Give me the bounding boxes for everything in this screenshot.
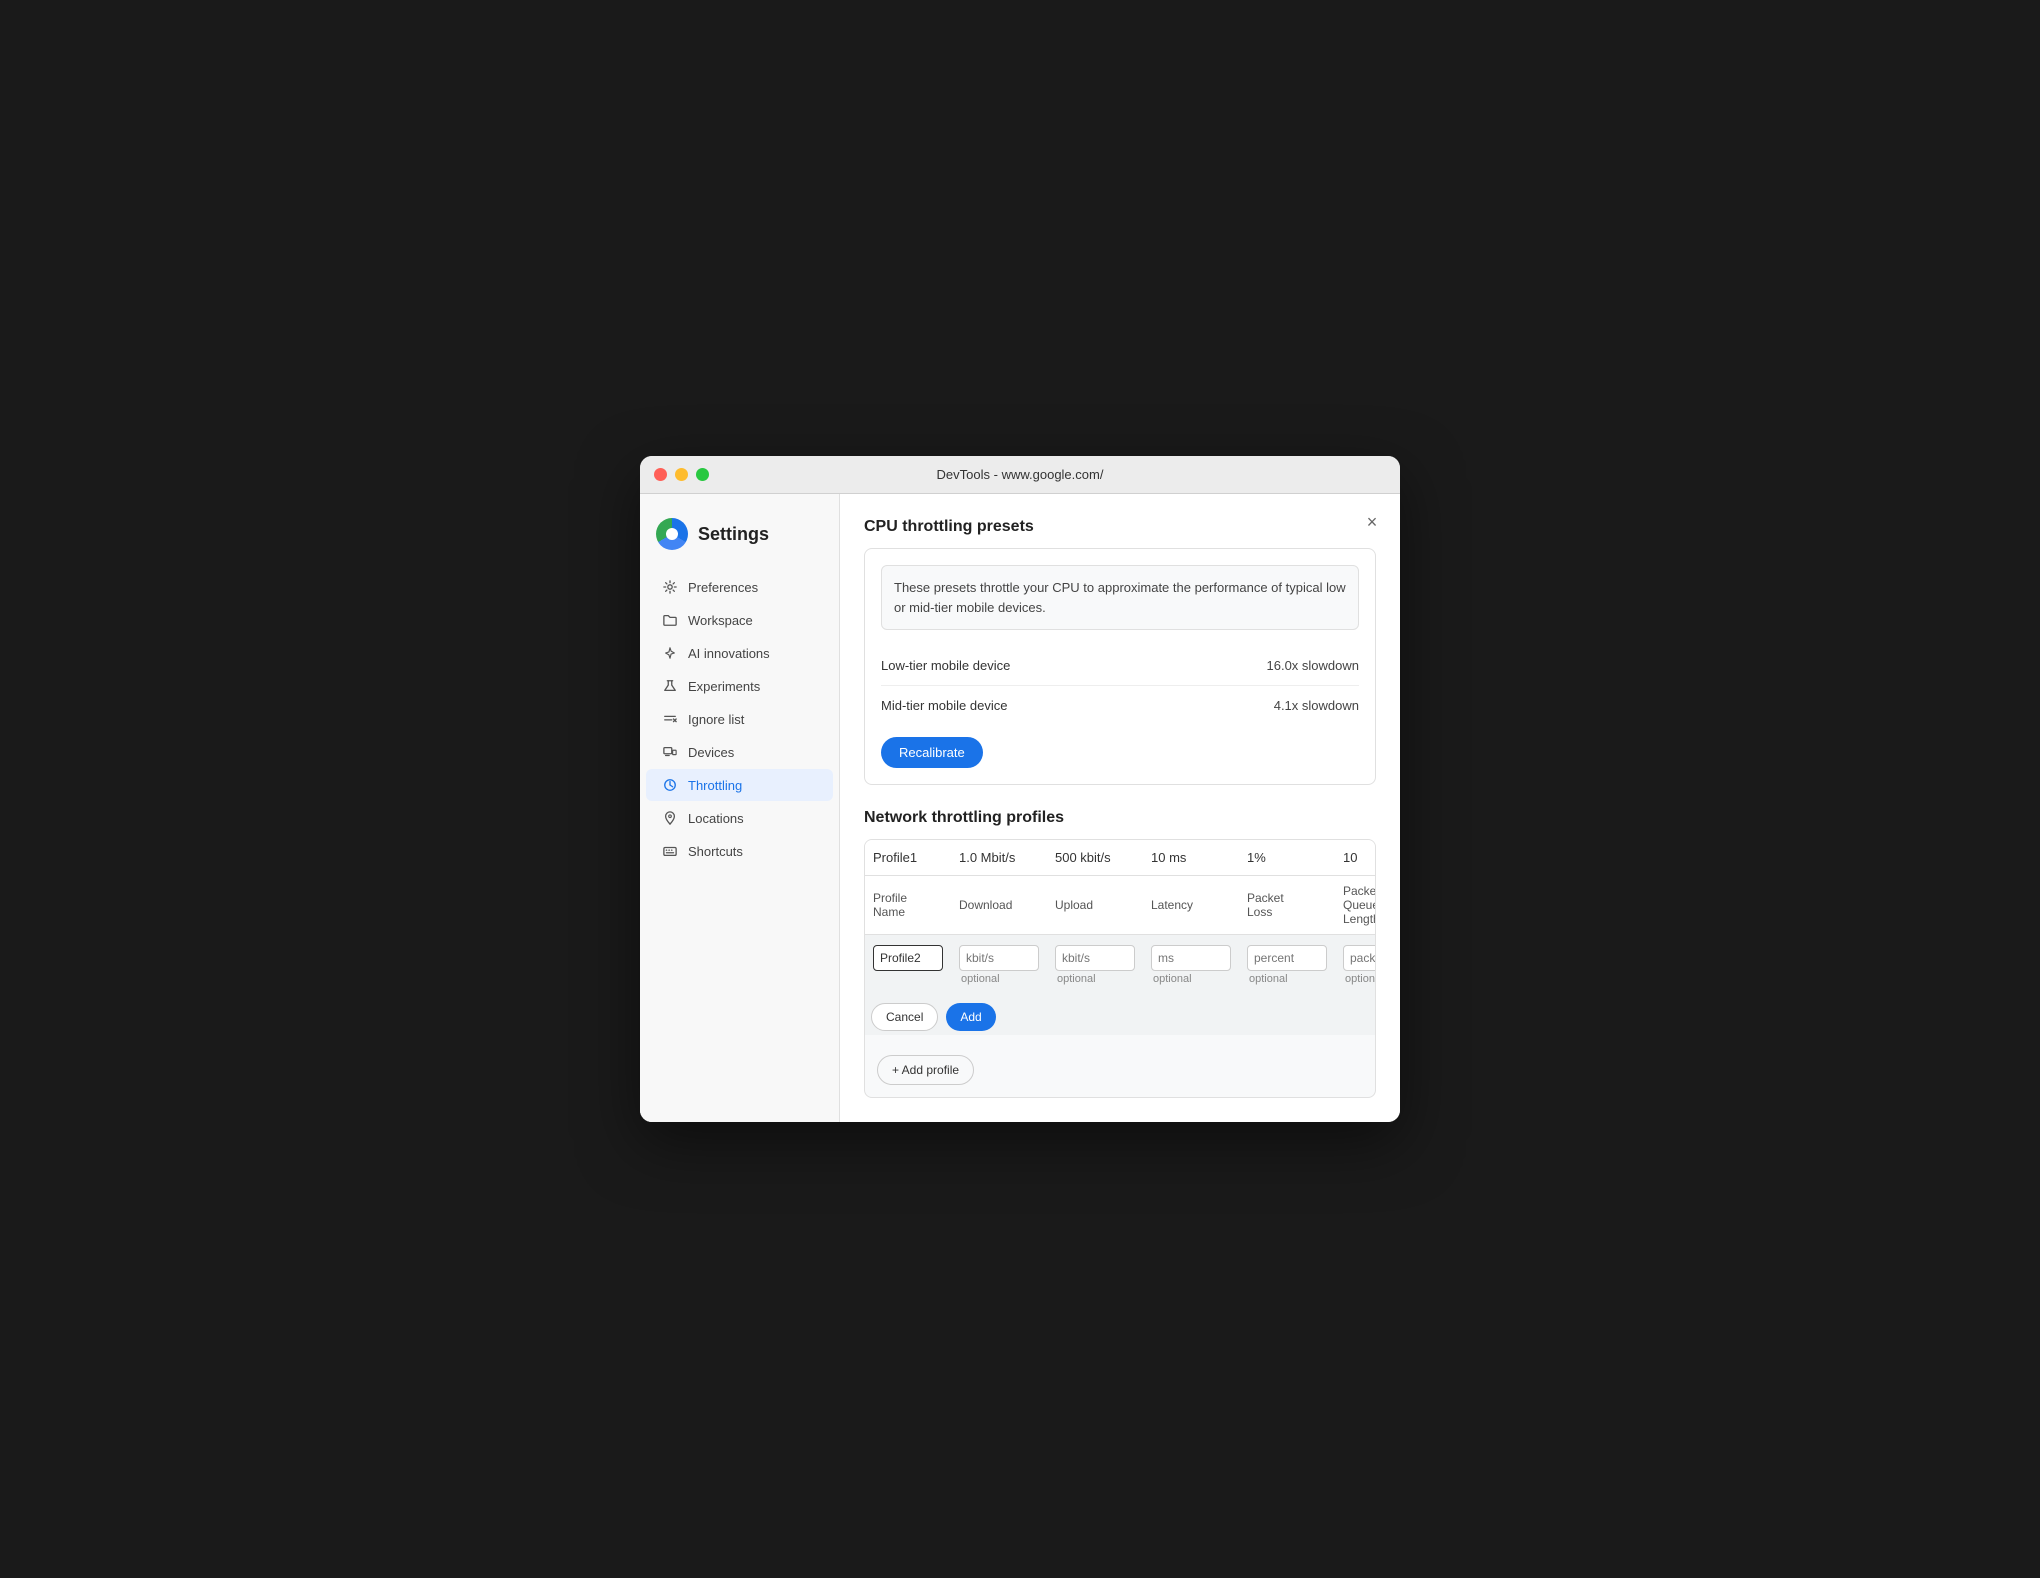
sidebar-item-workspace-label: Workspace (688, 613, 753, 628)
upload-optional-label: optional (1055, 973, 1135, 985)
table-header-row: Profile1 1.0 Mbit/s 500 kbit/s 10 ms (865, 840, 1376, 876)
new-profile-upload-cell: optional (1047, 935, 1143, 996)
keyboard-icon (662, 843, 678, 859)
close-traffic-light[interactable] (654, 468, 667, 481)
sidebar-item-locations[interactable]: Locations (646, 802, 833, 834)
cpu-description: These presets throttle your CPU to appro… (881, 565, 1359, 630)
pin-icon (662, 810, 678, 826)
network-section-title: Network throttling profiles (864, 809, 1376, 827)
close-button[interactable]: × (1360, 510, 1384, 534)
col-upload: Upload (1047, 876, 1143, 935)
traffic-lights (654, 468, 709, 481)
packet-queue-input[interactable] (1343, 945, 1376, 971)
sidebar-item-experiments[interactable]: Experiments (646, 670, 833, 702)
action-buttons-cell: Cancel Add (865, 995, 1376, 1035)
main-content: × CPU throttling presets These presets t… (840, 494, 1400, 1122)
sidebar-item-workspace[interactable]: Workspace (646, 604, 833, 636)
flask-icon (662, 678, 678, 694)
table-column-headers: Profile Name Download Upload Latency Pac… (865, 876, 1376, 935)
queue-optional-label: optional (1343, 973, 1376, 985)
sidebar-item-throttling[interactable]: Throttling (646, 769, 833, 801)
cpu-card: These presets throttle your CPU to appro… (864, 548, 1376, 785)
cpu-section: CPU throttling presets These presets thr… (864, 518, 1376, 785)
table-header-profile1-download: 1.0 Mbit/s (951, 840, 1047, 876)
packet-loss-input[interactable] (1247, 945, 1327, 971)
col-download: Download (951, 876, 1047, 935)
sidebar-item-ai[interactable]: AI innovations (646, 637, 833, 669)
window-title: DevTools - www.google.com/ (937, 467, 1104, 482)
new-profile-download-cell: optional (951, 935, 1047, 996)
preset-low-value: 16.0x slowdown (1267, 658, 1360, 673)
loss-optional-label: optional (1247, 973, 1327, 985)
new-profile-row: optional optional optional (865, 935, 1376, 996)
gear-icon (662, 579, 678, 595)
col-latency: Latency (1143, 876, 1239, 935)
window-body: Settings Preferences (640, 494, 1400, 1122)
throttle-icon (662, 777, 678, 793)
new-profile-loss-cell: optional (1239, 935, 1335, 996)
profile-table: Profile1 1.0 Mbit/s 500 kbit/s 10 ms (865, 840, 1376, 1035)
minimize-traffic-light[interactable] (675, 468, 688, 481)
preset-mid-tier: Mid-tier mobile device 4.1x slowdown (881, 686, 1359, 725)
profile-name-input[interactable] (873, 945, 943, 971)
sidebar-item-preferences[interactable]: Preferences (646, 571, 833, 603)
table-header-profile1-latency: 10 ms (1143, 840, 1239, 876)
maximize-traffic-light[interactable] (696, 468, 709, 481)
add-profile-button[interactable]: + Add profile (877, 1055, 974, 1085)
sidebar-item-devices[interactable]: Devices (646, 736, 833, 768)
col-packet-queue: Packet Queue Length (1335, 876, 1376, 935)
network-card: Profile1 1.0 Mbit/s 500 kbit/s 10 ms (864, 839, 1376, 1098)
titlebar: DevTools - www.google.com/ (640, 456, 1400, 494)
table-header-profile1-upload: 500 kbit/s (1047, 840, 1143, 876)
settings-logo (656, 518, 688, 550)
preset-mid-value: 4.1x slowdown (1274, 698, 1359, 713)
latency-optional-label: optional (1151, 973, 1231, 985)
sidebar-header: Settings (640, 510, 839, 570)
latency-input[interactable] (1151, 945, 1231, 971)
preset-mid-label: Mid-tier mobile device (881, 698, 1007, 713)
settings-logo-inner (666, 528, 678, 540)
sidebar-item-ignore-list[interactable]: Ignore list (646, 703, 833, 735)
sidebar: Settings Preferences (640, 494, 840, 1122)
recalibrate-button[interactable]: Recalibrate (881, 737, 983, 768)
download-input[interactable] (959, 945, 1039, 971)
table-header-profile1-name: Profile1 (865, 840, 951, 876)
sidebar-item-shortcuts[interactable]: Shortcuts (646, 835, 833, 867)
cancel-button[interactable]: Cancel (871, 1003, 938, 1031)
col-profile-name: Profile Name (865, 876, 951, 935)
sidebar-item-ignore-list-label: Ignore list (688, 712, 744, 727)
new-profile-queue-cell: optional (1335, 935, 1376, 996)
new-profile-name-cell (865, 935, 951, 996)
add-button[interactable]: Add (946, 1003, 995, 1031)
cpu-section-title: CPU throttling presets (864, 518, 1376, 536)
sidebar-item-throttling-label: Throttling (688, 778, 742, 793)
sidebar-item-experiments-label: Experiments (688, 679, 760, 694)
network-section: Network throttling profiles Profile1 1.0… (864, 809, 1376, 1098)
col-packet-loss: Packet Loss (1239, 876, 1335, 935)
action-buttons-row: Cancel Add (865, 995, 1376, 1035)
preset-low-tier: Low-tier mobile device 16.0x slowdown (881, 646, 1359, 686)
table-header-profile1-queue: 10 (1335, 840, 1376, 876)
sidebar-item-ai-label: AI innovations (688, 646, 770, 661)
sidebar-item-devices-label: Devices (688, 745, 734, 760)
devices-icon (662, 744, 678, 760)
table-header-profile1-loss: 1% (1239, 840, 1335, 876)
app-window: DevTools - www.google.com/ Settings Pref (640, 456, 1400, 1122)
sparkle-icon (662, 645, 678, 661)
upload-input[interactable] (1055, 945, 1135, 971)
folder-icon (662, 612, 678, 628)
sidebar-item-locations-label: Locations (688, 811, 744, 826)
preset-low-label: Low-tier mobile device (881, 658, 1010, 673)
sidebar-item-shortcuts-label: Shortcuts (688, 844, 743, 859)
list-x-icon (662, 711, 678, 727)
new-profile-latency-cell: optional (1143, 935, 1239, 996)
sidebar-title: Settings (698, 524, 769, 545)
download-optional-label: optional (959, 973, 1039, 985)
sidebar-item-preferences-label: Preferences (688, 580, 758, 595)
